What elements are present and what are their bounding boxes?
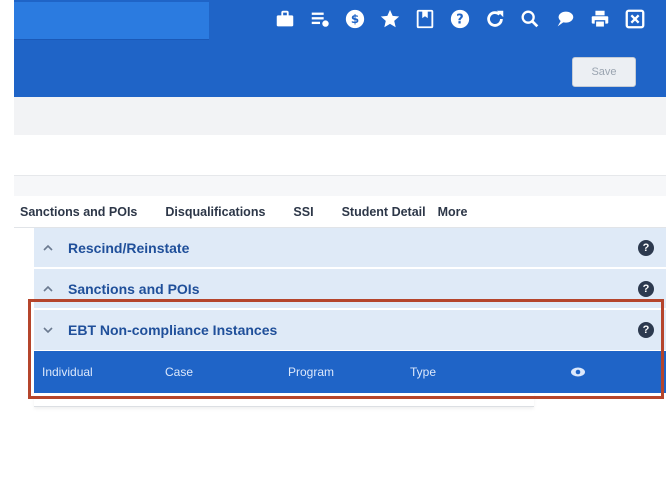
grid-header: Individual Case Program Type xyxy=(34,351,666,393)
toolbar: $ ? xyxy=(272,6,648,32)
help-icon[interactable]: ? xyxy=(638,240,654,256)
column-header-case[interactable]: Case xyxy=(165,365,193,379)
chevron-up-icon[interactable] xyxy=(42,240,58,256)
tab-ssi[interactable]: SSI xyxy=(287,205,335,219)
section-title: EBT Non-compliance Instances xyxy=(68,322,278,338)
tab-bar: Sanctions and POIs Disqualifications SSI… xyxy=(14,196,666,228)
svg-text:?: ? xyxy=(456,13,463,28)
dollar-icon[interactable]: $ xyxy=(342,6,368,32)
chevron-down-icon[interactable] xyxy=(42,322,58,338)
header-active-tab[interactable] xyxy=(14,2,209,40)
bookmark-icon[interactable] xyxy=(412,6,438,32)
star-icon[interactable] xyxy=(377,6,403,32)
app-header: $ ? Save xyxy=(14,0,666,97)
section-rescind-reinstate[interactable]: Rescind/Reinstate ? xyxy=(34,228,666,268)
section-ebt-non-compliance[interactable]: EBT Non-compliance Instances ? xyxy=(34,310,666,351)
divider-band xyxy=(14,176,666,196)
section-sanctions-and-pois[interactable]: Sanctions and POIs ? xyxy=(34,269,666,309)
section-title: Sanctions and POIs xyxy=(68,280,200,297)
help-icon[interactable]: ? xyxy=(447,6,473,32)
content-panel: Rescind/Reinstate ? Sanctions and POIs ?… xyxy=(14,228,666,477)
tab-student-detail[interactable]: Student Detail xyxy=(336,205,432,219)
tab-disqualifications[interactable]: Disqualifications xyxy=(159,205,287,219)
chevron-up-icon[interactable] xyxy=(42,281,58,297)
save-button[interactable]: Save xyxy=(572,57,636,87)
chat-icon[interactable] xyxy=(552,6,578,32)
tab-sanctions-and-pois[interactable]: Sanctions and POIs xyxy=(14,205,159,219)
eye-icon[interactable] xyxy=(570,364,586,380)
briefcase-icon[interactable] xyxy=(272,6,298,32)
sub-header-bar xyxy=(14,97,666,135)
print-icon[interactable] xyxy=(587,6,613,32)
section-title: Rescind/Reinstate xyxy=(68,239,190,256)
help-icon[interactable]: ? xyxy=(638,322,654,338)
refresh-icon[interactable] xyxy=(482,6,508,32)
svg-text:$: $ xyxy=(351,12,359,26)
tab-more[interactable]: More xyxy=(432,205,474,219)
column-header-individual[interactable]: Individual xyxy=(42,365,93,379)
help-icon[interactable]: ? xyxy=(638,281,654,297)
column-header-type[interactable]: Type xyxy=(410,365,436,379)
list-icon[interactable] xyxy=(307,6,333,32)
close-window-icon[interactable] xyxy=(622,6,648,32)
search-icon[interactable] xyxy=(517,6,543,32)
column-header-program[interactable]: Program xyxy=(288,365,334,379)
page-header-area xyxy=(14,135,666,176)
grid-body xyxy=(34,393,534,407)
